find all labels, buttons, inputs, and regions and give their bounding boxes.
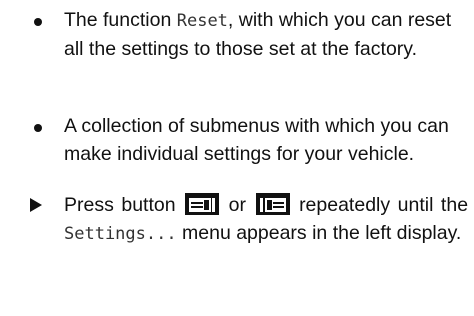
arrow-right-icon bbox=[30, 198, 42, 212]
bullet-dot-icon bbox=[34, 124, 42, 132]
text-segment: The function bbox=[64, 9, 177, 31]
bullet-marker bbox=[28, 112, 52, 140]
text-segment: Press button bbox=[64, 194, 176, 216]
bullet-dot-icon bbox=[34, 18, 42, 26]
list-item-submenus: A collection of submenus with which you … bbox=[28, 112, 468, 168]
text-segment: menu appears in the left display. bbox=[182, 222, 462, 244]
display-right-button-icon bbox=[255, 193, 290, 215]
instruction-text: Press button or repeatedly until the Set… bbox=[64, 191, 468, 248]
manual-page: The function Reset, with which you can r… bbox=[0, 0, 474, 316]
bullet-marker bbox=[28, 6, 52, 34]
arrow-marker bbox=[28, 191, 52, 220]
text-segment: repeatedly until the bbox=[299, 194, 469, 216]
list-item-text: A collection of submenus with which you … bbox=[64, 115, 449, 165]
code-settings: Settings... bbox=[64, 224, 177, 244]
list-item-reset: The function Reset, with which you can r… bbox=[28, 6, 468, 63]
display-left-button-icon bbox=[185, 193, 220, 215]
list-item-text: The function Reset, with which you can r… bbox=[64, 6, 468, 63]
code-reset: Reset bbox=[176, 11, 228, 31]
text-segment: or bbox=[228, 194, 246, 216]
instruction-step: Press button or repeatedly until the Set… bbox=[28, 191, 468, 248]
